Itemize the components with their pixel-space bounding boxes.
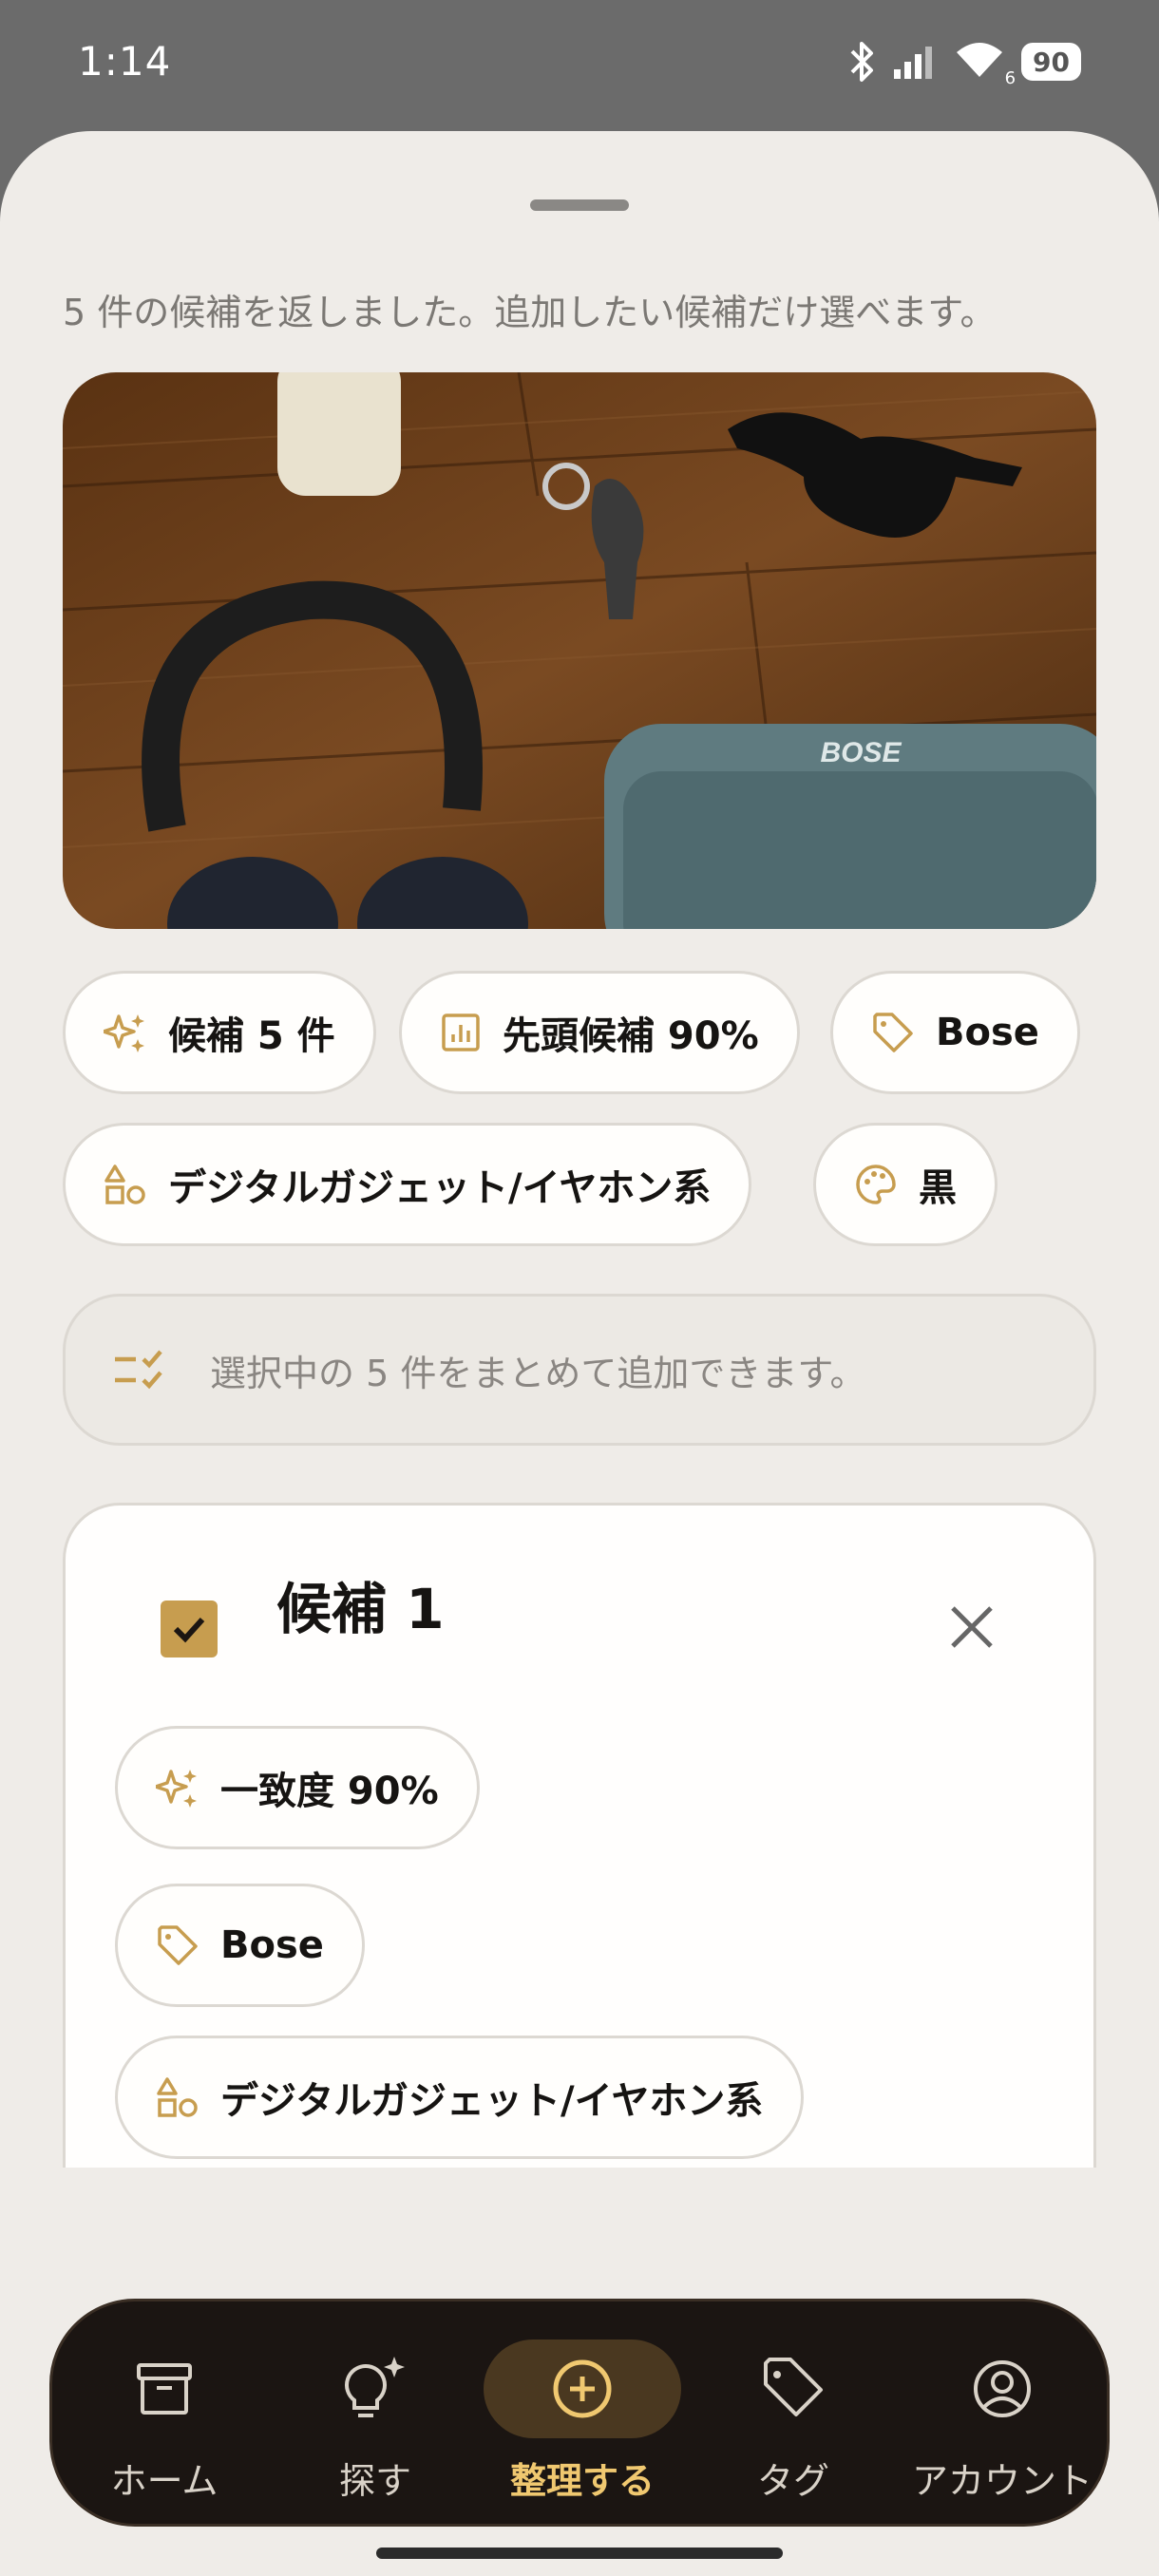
bottom-sheet: 5 件の候補を返しました。追加したい候補だけ選べます。 BOSE 候補 5 件 … [0,131,1159,2576]
chip-top-score: 先頭候補 90% [399,971,800,1094]
check-icon [173,1617,205,1643]
chip-color-label: 黒 [919,1166,957,1210]
nav-item-home[interactable]: ホーム [60,2301,269,2529]
selection-info-text: 選択中の 5 件をまとめて追加できます。 [210,1352,866,1394]
status-time: 1:14 [78,38,172,85]
tag-icon [873,1013,913,1052]
chip-top-score-label: 先頭候補 90% [503,1014,759,1058]
tag-icon [694,2339,892,2438]
candidate-chip-category: デジタルガジェット/イヤホン系 [115,2036,805,2159]
result-subtitle: 5 件の候補を返しました。追加したい候補だけ選べます。 [63,292,997,333]
nav-item-tags[interactable]: タグ [689,2301,898,2529]
plus-circle-icon [484,2339,681,2438]
nav-item-account[interactable]: アカウント [898,2301,1107,2529]
nav-label-organize: 整理する [509,2460,655,2502]
shapes-icon [157,2077,198,2117]
candidate-card: 候補 1 一致度 90% Bose デジタルガジェット/イヤホン系 [63,1503,1096,2168]
sheet-drag-handle[interactable] [530,199,629,211]
selection-info-bar: 選択中の 5 件をまとめて追加できます。 [63,1294,1096,1446]
chip-color: 黒 [813,1123,998,1246]
status-bar: 1:14 6 90 [0,0,1159,131]
home-indicator[interactable] [376,2548,783,2559]
shapes-icon [104,1165,145,1204]
captured-photo: BOSE [63,372,1096,929]
chip-candidates-label: 候補 5 件 [168,1014,335,1058]
checklist-icon [115,1350,162,1390]
nav-label-tags: タグ [756,2460,829,2502]
lightbulb-sparkle-icon [276,2339,474,2438]
nav-item-search[interactable]: 探す [271,2301,480,2529]
wifi-icon: 6 [953,39,1016,88]
candidate-chip-match-label: 一致度 90% [220,1770,439,1813]
chip-category-label: デジタルガジェット/イヤホン系 [168,1166,712,1210]
candidate-chip-match: 一致度 90% [115,1726,480,1849]
nav-label-account: アカウント [911,2460,1092,2502]
chip-category: デジタルガジェット/イヤホン系 [63,1123,752,1246]
battery-indicator: 90 [1021,43,1081,81]
archive-box-icon [66,2339,263,2438]
sparkle-icon [156,1770,197,1808]
candidate-chip-category-label: デジタルガジェット/イヤホン系 [220,2079,764,2123]
nav-label-home: ホーム [110,2460,218,2502]
network-badge: 6 [1004,68,1016,88]
chip-candidates: 候補 5 件 [63,971,376,1094]
chip-brand: Bose [830,971,1080,1094]
bottom-navigation: ホーム 探す 整理する タグ アカウント [49,2299,1110,2527]
palette-icon [856,1165,896,1204]
nav-item-organize[interactable]: 整理する [478,2301,687,2529]
tag-icon [158,1925,198,1965]
candidate-chip-brand-label: Bose [220,1923,324,1967]
cellular-signal-icon [894,47,933,79]
speaker-logo: BOSE [820,737,902,768]
bar-chart-icon [442,1013,480,1051]
bluetooth-icon [850,42,874,82]
nav-label-search: 探す [338,2460,411,2502]
close-icon[interactable] [945,1601,998,1654]
chip-brand-label: Bose [936,1011,1039,1054]
account-circle-icon [903,2339,1101,2438]
candidate-title: 候補 1 [276,1577,445,1641]
sparkle-icon [104,1014,144,1052]
candidate-chip-brand: Bose [115,1884,365,2007]
candidate-checkbox[interactable] [161,1601,218,1657]
status-icons: 6 90 [848,38,1081,88]
